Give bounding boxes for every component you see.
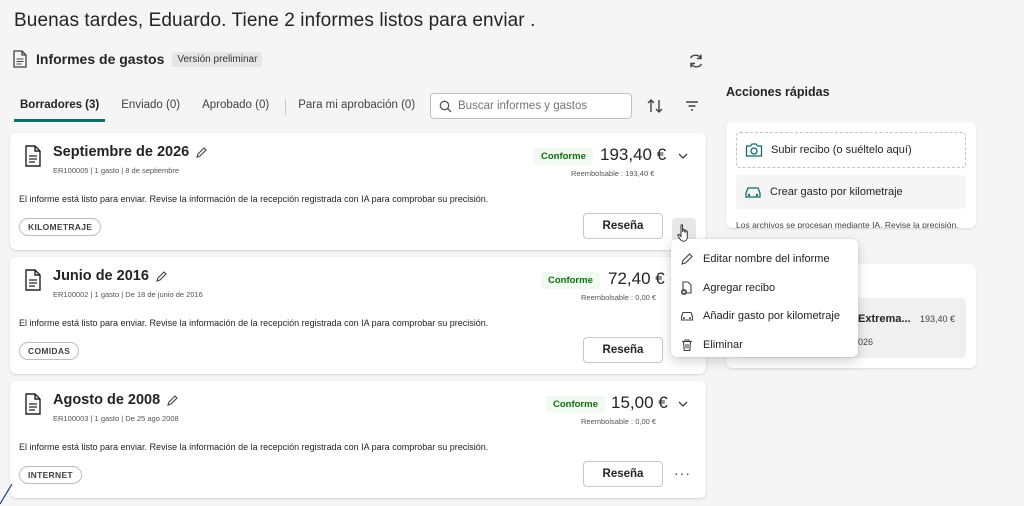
report-subtitle: ER100003 | 1 gasto | De 25 ago 2008 — [53, 414, 179, 423]
upload-receipt-dropzone[interactable]: Subir recibo (o suéltelo aquí) — [736, 132, 966, 168]
category-tag: COMIDAS — [19, 342, 80, 360]
edit-pencil-icon[interactable] — [166, 394, 179, 407]
quick-actions-panel: Subir recibo (o suéltelo aquí) Crear gas… — [726, 122, 976, 228]
tab-aprobado[interactable]: Aprobado (0) — [196, 92, 275, 122]
category-tag: KILOMETRAJE — [19, 218, 102, 236]
report-message: El informe está listo para enviar. Revis… — [19, 194, 489, 204]
menu-item-edit-name[interactable]: Editar nombre del informe — [671, 245, 858, 274]
edit-pencil-icon[interactable] — [195, 146, 208, 159]
status-badge: Conforme — [546, 396, 605, 413]
sort-icon[interactable] — [646, 97, 664, 115]
tab-borradores[interactable]: Borradores (3) — [14, 92, 106, 122]
search-input[interactable] — [458, 100, 628, 112]
report-title: Septiembre de 2026 — [53, 144, 208, 160]
menu-item-add-mileage[interactable]: Añadir gasto por kilometraje — [671, 302, 858, 331]
greeting-heading: Buenas tardes, Eduardo. Tiene 2 informes… — [14, 10, 536, 31]
recent-expense-amount: 193,40 € — [920, 314, 956, 324]
add-receipt-icon — [681, 281, 692, 295]
tab-enviado[interactable]: Enviado (0) — [115, 92, 186, 122]
reimbursable-amount: Reembolsable : 0,00 € — [581, 293, 657, 302]
recent-expense-name: Extrema... — [858, 313, 911, 325]
edge-stroke-decoration — [0, 484, 13, 505]
chevron-down-icon[interactable] — [676, 149, 690, 163]
reimbursable-amount: Reembolsable : 193,40 € — [571, 169, 655, 178]
report-card[interactable]: Septiembre de 2026 ER100005 | 1 gasto | … — [10, 133, 706, 250]
more-options-button[interactable]: ··· — [674, 465, 691, 481]
search-icon — [439, 100, 452, 112]
report-title-text: Septiembre de 2026 — [53, 144, 190, 160]
menu-item-add-receipt[interactable]: Agregar recibo — [671, 274, 858, 303]
menu-item-label: Agregar recibo — [703, 281, 776, 294]
search-box[interactable] — [430, 93, 632, 119]
report-title: Junio de 2016 — [53, 268, 168, 284]
report-subtitle: ER100005 | 1 gasto | 8 de septiembre — [53, 166, 180, 175]
report-amount: 193,40 € — [600, 145, 667, 164]
document-icon — [25, 269, 41, 291]
menu-item-label: Añadir gasto por kilometraje — [703, 310, 840, 323]
status-badge: Conforme — [541, 272, 600, 289]
upload-receipt-label: Subir recibo (o suéltelo aquí) — [771, 144, 912, 156]
reimbursable-amount: Reembolsable : 0,00 € — [581, 417, 657, 426]
category-tag: INTERNET — [19, 466, 82, 484]
report-card[interactable]: Agosto de 2008 ER100003 | 1 gasto | De 2… — [10, 381, 706, 498]
create-mileage-label: Crear gasto por kilometraje — [770, 186, 903, 198]
section-title: Informes de gastos — [36, 51, 165, 67]
menu-item-delete[interactable]: Eliminar — [671, 331, 858, 360]
chevron-down-icon[interactable] — [676, 397, 690, 411]
filter-icon[interactable] — [684, 98, 700, 114]
camera-icon — [745, 143, 763, 157]
report-amount: 72,40 € — [608, 269, 665, 288]
report-tabs: Borradores (3) Enviado (0) Aprobado (0) … — [14, 92, 431, 122]
report-subtitle: ER100002 | 1 gasto | De 18 de junio de 2… — [53, 290, 203, 299]
hand-cursor-icon — [677, 224, 688, 242]
car-icon — [745, 187, 761, 198]
document-icon — [25, 393, 41, 415]
document-icon — [25, 145, 41, 167]
report-title: Agosto de 2008 — [53, 392, 179, 408]
car-icon — [680, 312, 694, 321]
quick-actions-title: Acciones rápidas — [726, 85, 830, 99]
report-card[interactable]: Junio de 2016 ER100002 | 1 gasto | De 18… — [10, 257, 706, 374]
ai-processing-note: Los archivos se procesan mediante IA. Re… — [736, 220, 959, 228]
document-icon — [13, 50, 27, 68]
report-context-menu: Editar nombre del informe Agregar recibo… — [671, 239, 858, 357]
edit-pencil-icon[interactable] — [155, 270, 168, 283]
refresh-icon[interactable] — [687, 52, 705, 70]
report-message: El informe está listo para enviar. Revis… — [19, 442, 489, 452]
section-header: Informes de gastos Versión preliminar — [12, 50, 263, 68]
menu-item-label: Eliminar — [703, 338, 743, 351]
pencil-icon — [681, 253, 693, 266]
tab-para-mi-aprobacion[interactable]: Para mi aprobación (0) — [292, 92, 421, 122]
report-title-text: Junio de 2016 — [53, 268, 149, 284]
recent-expense-date: 026 — [858, 337, 874, 347]
review-button[interactable]: Reseña — [583, 461, 663, 487]
trash-icon — [682, 339, 692, 351]
report-message: El informe está listo para enviar. Revis… — [19, 318, 489, 328]
create-mileage-button[interactable]: Crear gasto por kilometraje — [736, 175, 966, 209]
report-amount: 15,00 € — [611, 393, 668, 412]
tab-divider — [285, 99, 287, 115]
status-badge: Conforme — [534, 148, 593, 165]
report-title-text: Agosto de 2008 — [53, 392, 161, 408]
menu-item-label: Editar nombre del informe — [703, 253, 830, 266]
review-button[interactable]: Reseña — [583, 337, 663, 363]
review-button[interactable]: Reseña — [583, 213, 663, 239]
preview-badge: Versión preliminar — [172, 51, 263, 67]
